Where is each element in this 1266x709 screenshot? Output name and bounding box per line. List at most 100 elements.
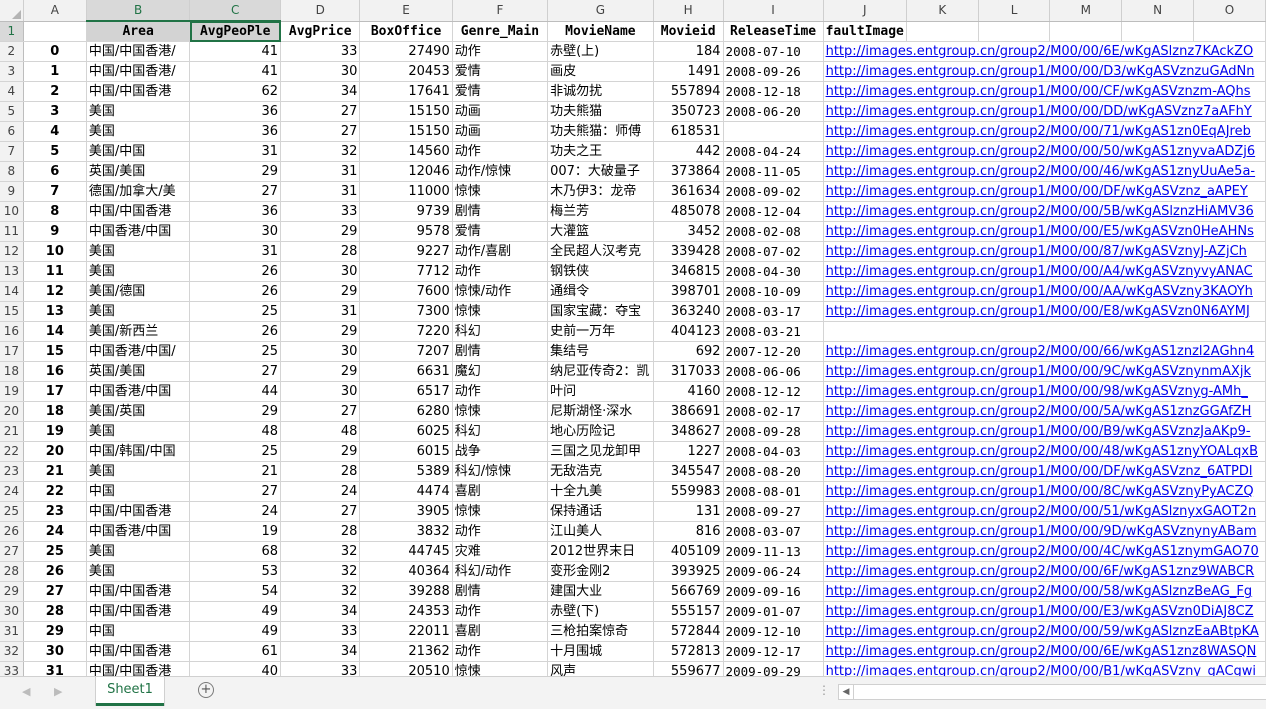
avg-people-cell[interactable]: 62	[189, 81, 282, 102]
index-cell[interactable]: 14	[23, 321, 87, 342]
row-header[interactable]: 15	[0, 301, 24, 322]
movie-id-cell[interactable]: 4160	[653, 381, 724, 402]
box-office-cell[interactable]: 7300	[359, 301, 453, 322]
movie-id-cell[interactable]: 555157	[653, 601, 724, 622]
row-header[interactable]: 18	[0, 361, 24, 382]
area-cell[interactable]: 英国/美国	[86, 161, 191, 182]
movie-name-cell[interactable]: 三枪拍案惊奇	[547, 621, 654, 642]
box-office-cell[interactable]: 14560	[359, 141, 453, 162]
index-cell[interactable]: 23	[23, 501, 87, 522]
movie-name-cell[interactable]: 功夫之王	[547, 141, 654, 162]
genre-cell[interactable]: 剧情	[452, 581, 549, 602]
row-header[interactable]: 14	[0, 281, 24, 302]
movie-id-cell[interactable]: 404123	[653, 321, 724, 342]
release-time-cell[interactable]: 2008-03-21	[723, 321, 824, 342]
avg-people-cell[interactable]: 48	[189, 421, 282, 442]
header-cell[interactable]: AvgPeoPle	[189, 21, 282, 42]
index-cell[interactable]: 4	[23, 121, 87, 142]
area-cell[interactable]: 美国	[86, 421, 191, 442]
release-time-cell[interactable]: 2008-03-07	[723, 521, 824, 542]
box-office-cell[interactable]: 7207	[359, 341, 453, 362]
column-header-a[interactable]: A	[23, 0, 87, 22]
index-cell[interactable]: 27	[23, 581, 87, 602]
avg-people-cell[interactable]: 25	[189, 301, 282, 322]
avg-price-cell[interactable]: 32	[280, 141, 361, 162]
release-time-cell[interactable]: 2007-12-20	[723, 341, 824, 362]
movie-name-cell[interactable]: 画皮	[547, 61, 654, 82]
row-header[interactable]: 11	[0, 221, 24, 242]
image-link-cell[interactable]: http://images.entgroup.cn/group2/M00/00/…	[823, 121, 1266, 142]
movie-id-cell[interactable]: 184	[653, 41, 724, 62]
image-link-cell[interactable]: http://images.entgroup.cn/group1/M00/00/…	[823, 61, 1266, 82]
select-all-corner[interactable]	[0, 0, 24, 22]
add-sheet-icon[interactable]: +	[198, 682, 214, 698]
sheet-nav-next-icon[interactable]: ▶	[54, 685, 62, 698]
image-link-cell[interactable]: http://images.entgroup.cn/group1/M00/00/…	[823, 521, 1266, 542]
avg-price-cell[interactable]: 28	[280, 461, 361, 482]
genre-cell[interactable]: 灾难	[452, 541, 549, 562]
image-link-cell[interactable]: http://images.entgroup.cn/group1/M00/00/…	[823, 221, 1266, 242]
avg-people-cell[interactable]: 26	[189, 261, 282, 282]
row-header[interactable]: 3	[0, 61, 24, 82]
movie-name-cell[interactable]: 通缉令	[547, 281, 654, 302]
row-header[interactable]: 2	[0, 41, 24, 62]
genre-cell[interactable]: 动作	[452, 601, 549, 622]
movie-name-cell[interactable]: 钢铁侠	[547, 261, 654, 282]
release-time-cell[interactable]: 2008-09-26	[723, 61, 824, 82]
box-office-cell[interactable]: 6025	[359, 421, 453, 442]
area-cell[interactable]: 中国/中国香港	[86, 581, 191, 602]
column-header-n[interactable]: N	[1121, 0, 1195, 22]
avg-people-cell[interactable]: 21	[189, 461, 282, 482]
avg-people-cell[interactable]: 41	[189, 61, 282, 82]
image-link-cell[interactable]: http://images.entgroup.cn/group2/M00/00/…	[823, 561, 1266, 582]
row-header[interactable]: 10	[0, 201, 24, 222]
movie-name-cell[interactable]: 尼斯湖怪·深水	[547, 401, 654, 422]
release-time-cell[interactable]: 2008-12-04	[723, 201, 824, 222]
movie-name-cell[interactable]: 纳尼亚传奇2：凯	[547, 361, 654, 382]
avg-price-cell[interactable]: 28	[280, 521, 361, 542]
movie-name-cell[interactable]: 地心历险记	[547, 421, 654, 442]
movie-id-cell[interactable]: 348627	[653, 421, 724, 442]
image-link-cell[interactable]: http://images.entgroup.cn/group1/M00/00/…	[823, 241, 1266, 262]
release-time-cell[interactable]: 2008-12-18	[723, 81, 824, 102]
genre-cell[interactable]: 动作/惊悚	[452, 161, 549, 182]
movie-id-cell[interactable]: 317033	[653, 361, 724, 382]
movie-name-cell[interactable]: 建国大业	[547, 581, 654, 602]
column-header-l[interactable]: L	[978, 0, 1051, 22]
image-link-cell[interactable]: http://images.entgroup.cn/group1/M00/00/…	[823, 81, 1266, 102]
avg-price-cell[interactable]: 29	[280, 361, 361, 382]
release-time-cell[interactable]: 2008-09-27	[723, 501, 824, 522]
genre-cell[interactable]: 惊悚	[452, 181, 549, 202]
image-link-cell[interactable]: http://images.entgroup.cn/group2/M00/00/…	[823, 161, 1266, 182]
avg-price-cell[interactable]: 24	[280, 481, 361, 502]
avg-people-cell[interactable]: 36	[189, 201, 282, 222]
image-link-cell[interactable]: http://images.entgroup.cn/group1/M00/00/…	[823, 461, 1266, 482]
genre-cell[interactable]: 惊悚/动作	[452, 281, 549, 302]
header-cell[interactable]: MovieName	[547, 21, 654, 42]
avg-price-cell[interactable]: 34	[280, 641, 361, 662]
movie-id-cell[interactable]: 485078	[653, 201, 724, 222]
sheet-tab-sheet1[interactable]: Sheet1	[96, 677, 164, 706]
genre-cell[interactable]: 动画	[452, 101, 549, 122]
avg-price-cell[interactable]: 31	[280, 301, 361, 322]
row-header[interactable]: 16	[0, 321, 24, 342]
scrollbar-thumb[interactable]	[855, 687, 1265, 696]
avg-people-cell[interactable]: 26	[189, 321, 282, 342]
genre-cell[interactable]: 科幻	[452, 421, 549, 442]
header-cell[interactable]: BoxOffice	[359, 21, 453, 42]
area-cell[interactable]: 中国/韩国/中国	[86, 441, 191, 462]
movie-name-cell[interactable]: 风声	[547, 661, 654, 676]
avg-price-cell[interactable]: 34	[280, 81, 361, 102]
genre-cell[interactable]: 科幻	[452, 321, 549, 342]
release-time-cell[interactable]: 2009-09-29	[723, 661, 824, 676]
header-cell[interactable]: AvgPrice	[280, 21, 361, 42]
area-cell[interactable]: 美国/英国	[86, 401, 191, 422]
movie-name-cell[interactable]: 十月围城	[547, 641, 654, 662]
movie-id-cell[interactable]: 405109	[653, 541, 724, 562]
movie-id-cell[interactable]: 572813	[653, 641, 724, 662]
movie-id-cell[interactable]: 559677	[653, 661, 724, 676]
row-header[interactable]: 22	[0, 441, 24, 462]
avg-people-cell[interactable]: 27	[189, 361, 282, 382]
release-time-cell[interactable]: 2008-06-06	[723, 361, 824, 382]
movie-name-cell[interactable]: 赤壁(上)	[547, 41, 654, 62]
